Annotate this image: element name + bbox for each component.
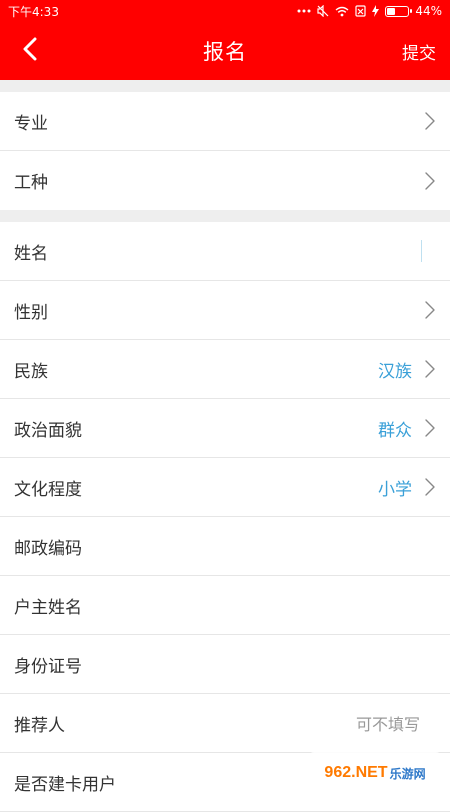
form-row[interactable]: 姓名 <box>0 222 450 281</box>
form-row-label: 工种 <box>14 173 48 193</box>
form-row[interactable]: 是否建卡用户 <box>0 753 450 812</box>
form-row-label: 民族 <box>14 361 48 382</box>
form-row-label: 户主姓名 <box>14 597 82 618</box>
battery-icon <box>385 5 413 17</box>
form-row[interactable]: 民族 汉族 <box>0 340 450 399</box>
status-bar: 下午4:33 44% <box>0 0 450 22</box>
form-row-value: 汉族 <box>378 361 412 382</box>
form-row[interactable]: 专业 <box>0 92 450 151</box>
back-button[interactable] <box>10 22 50 80</box>
form-row-label: 性别 <box>14 302 48 323</box>
chevron-right-icon <box>424 171 436 190</box>
form-row-label: 推荐人 <box>14 715 65 736</box>
form-row[interactable]: 邮政编码 <box>0 517 450 576</box>
charging-icon <box>372 5 380 17</box>
section-divider <box>0 210 450 222</box>
form-row-placeholder: 可不填写 <box>355 715 420 734</box>
form-row-label: 身份证号 <box>14 656 82 677</box>
app-header: 报名 提交 <box>0 22 450 80</box>
form-row-label: 是否建卡用户 <box>14 774 116 795</box>
form-row[interactable]: 推荐人 可不填写 <box>0 694 450 753</box>
chevron-right-icon <box>424 419 436 437</box>
mute-icon <box>317 5 329 17</box>
form-row[interactable]: 工种 <box>0 151 450 210</box>
more-dots-icon <box>297 9 311 13</box>
chevron-right-icon <box>424 478 436 496</box>
form-row-value: 群众 <box>378 420 412 441</box>
form-row-label: 邮政编码 <box>14 538 82 559</box>
page-title: 报名 <box>203 40 247 64</box>
form-row-value: 小学 <box>378 479 412 500</box>
form-row-label: 专业 <box>14 113 48 134</box>
text-input-cursor[interactable] <box>421 240 422 262</box>
form-row[interactable]: 身份证号 <box>0 635 450 694</box>
no-sim-icon <box>355 5 366 17</box>
registration-form: 专业工种姓名性别民族 汉族政治面貌 群众文化程度 小学邮政编码户主姓名身份证号推荐人 可… <box>0 80 450 812</box>
submit-button[interactable]: 提交 <box>402 22 436 80</box>
form-row-label: 政治面貌 <box>14 420 82 441</box>
form-row-label: 文化程度 <box>14 479 82 500</box>
section-divider <box>0 80 450 92</box>
form-row-label: 姓名 <box>14 243 48 264</box>
chevron-right-icon <box>424 360 436 378</box>
status-time: 下午4:33 <box>8 4 59 19</box>
form-row[interactable]: 性别 <box>0 281 450 340</box>
form-row[interactable]: 文化程度 小学 <box>0 458 450 517</box>
chevron-left-icon <box>23 37 37 65</box>
chevron-right-icon <box>424 112 436 130</box>
battery-percent: 44% <box>415 4 442 18</box>
wifi-icon <box>335 6 349 17</box>
form-row[interactable]: 户主姓名 <box>0 576 450 635</box>
form-row[interactable]: 政治面貌 群众 <box>0 399 450 458</box>
chevron-right-icon <box>424 301 436 319</box>
